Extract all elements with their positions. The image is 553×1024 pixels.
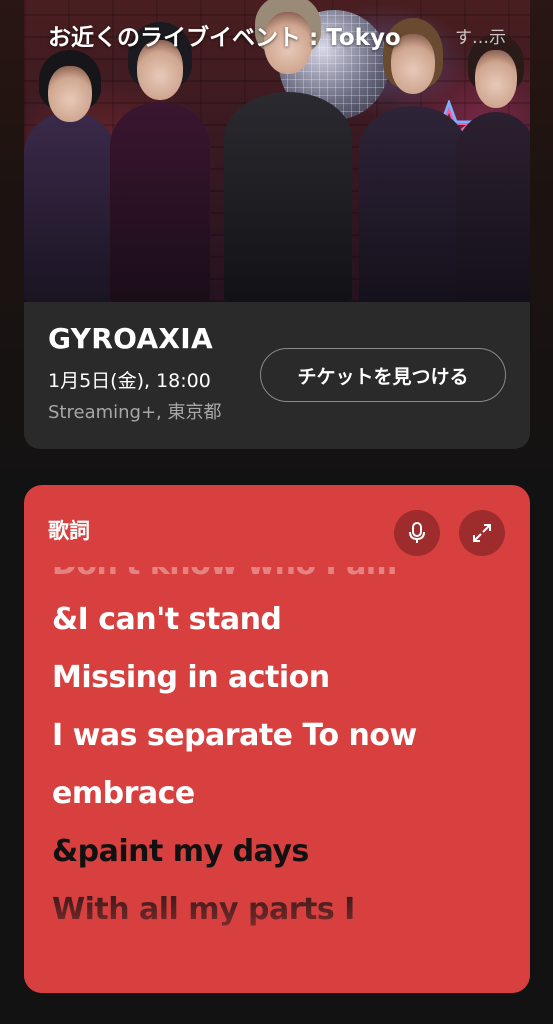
live-event-card[interactable]: GYROAXIA 1月5日(金), 18:00 Streaming+, 東京都 …	[24, 0, 530, 449]
lyric-line[interactable]: &paint my days	[52, 823, 522, 881]
microphone-icon	[409, 522, 425, 543]
show-all-link[interactable]: す…示	[455, 23, 506, 48]
event-date: 1月5日(金), 18:00	[48, 370, 211, 392]
lyric-line[interactable]: Missing in action	[52, 649, 522, 707]
section-title: お近くのライブイベント : Tokyo	[48, 25, 401, 51]
live-events-header: お近くのライブイベント : Tokyo す…示	[24, 18, 530, 52]
event-venue: Streaming+, 東京都	[48, 402, 222, 423]
artist-name[interactable]: GYROAXIA	[48, 322, 213, 355]
expand-icon	[473, 524, 491, 542]
lyrics-card[interactable]: 歌詞 Don't know who I am &I can't stand Mi…	[24, 485, 530, 993]
lyric-line[interactable]: embrace	[52, 765, 522, 823]
lyrics-title: 歌詞	[48, 519, 90, 543]
lyric-line[interactable]: With all my parts I	[52, 881, 522, 939]
lyric-line[interactable]: I was separate To now	[52, 707, 522, 765]
lyric-line[interactable]: &I can't stand	[52, 591, 522, 649]
lyric-line-clipped: Don't know who I am	[52, 567, 522, 580]
lyrics-lines: Don't know who I am &I can't stand Missi…	[52, 545, 522, 939]
find-tickets-button[interactable]: チケットを見つける	[260, 348, 506, 402]
